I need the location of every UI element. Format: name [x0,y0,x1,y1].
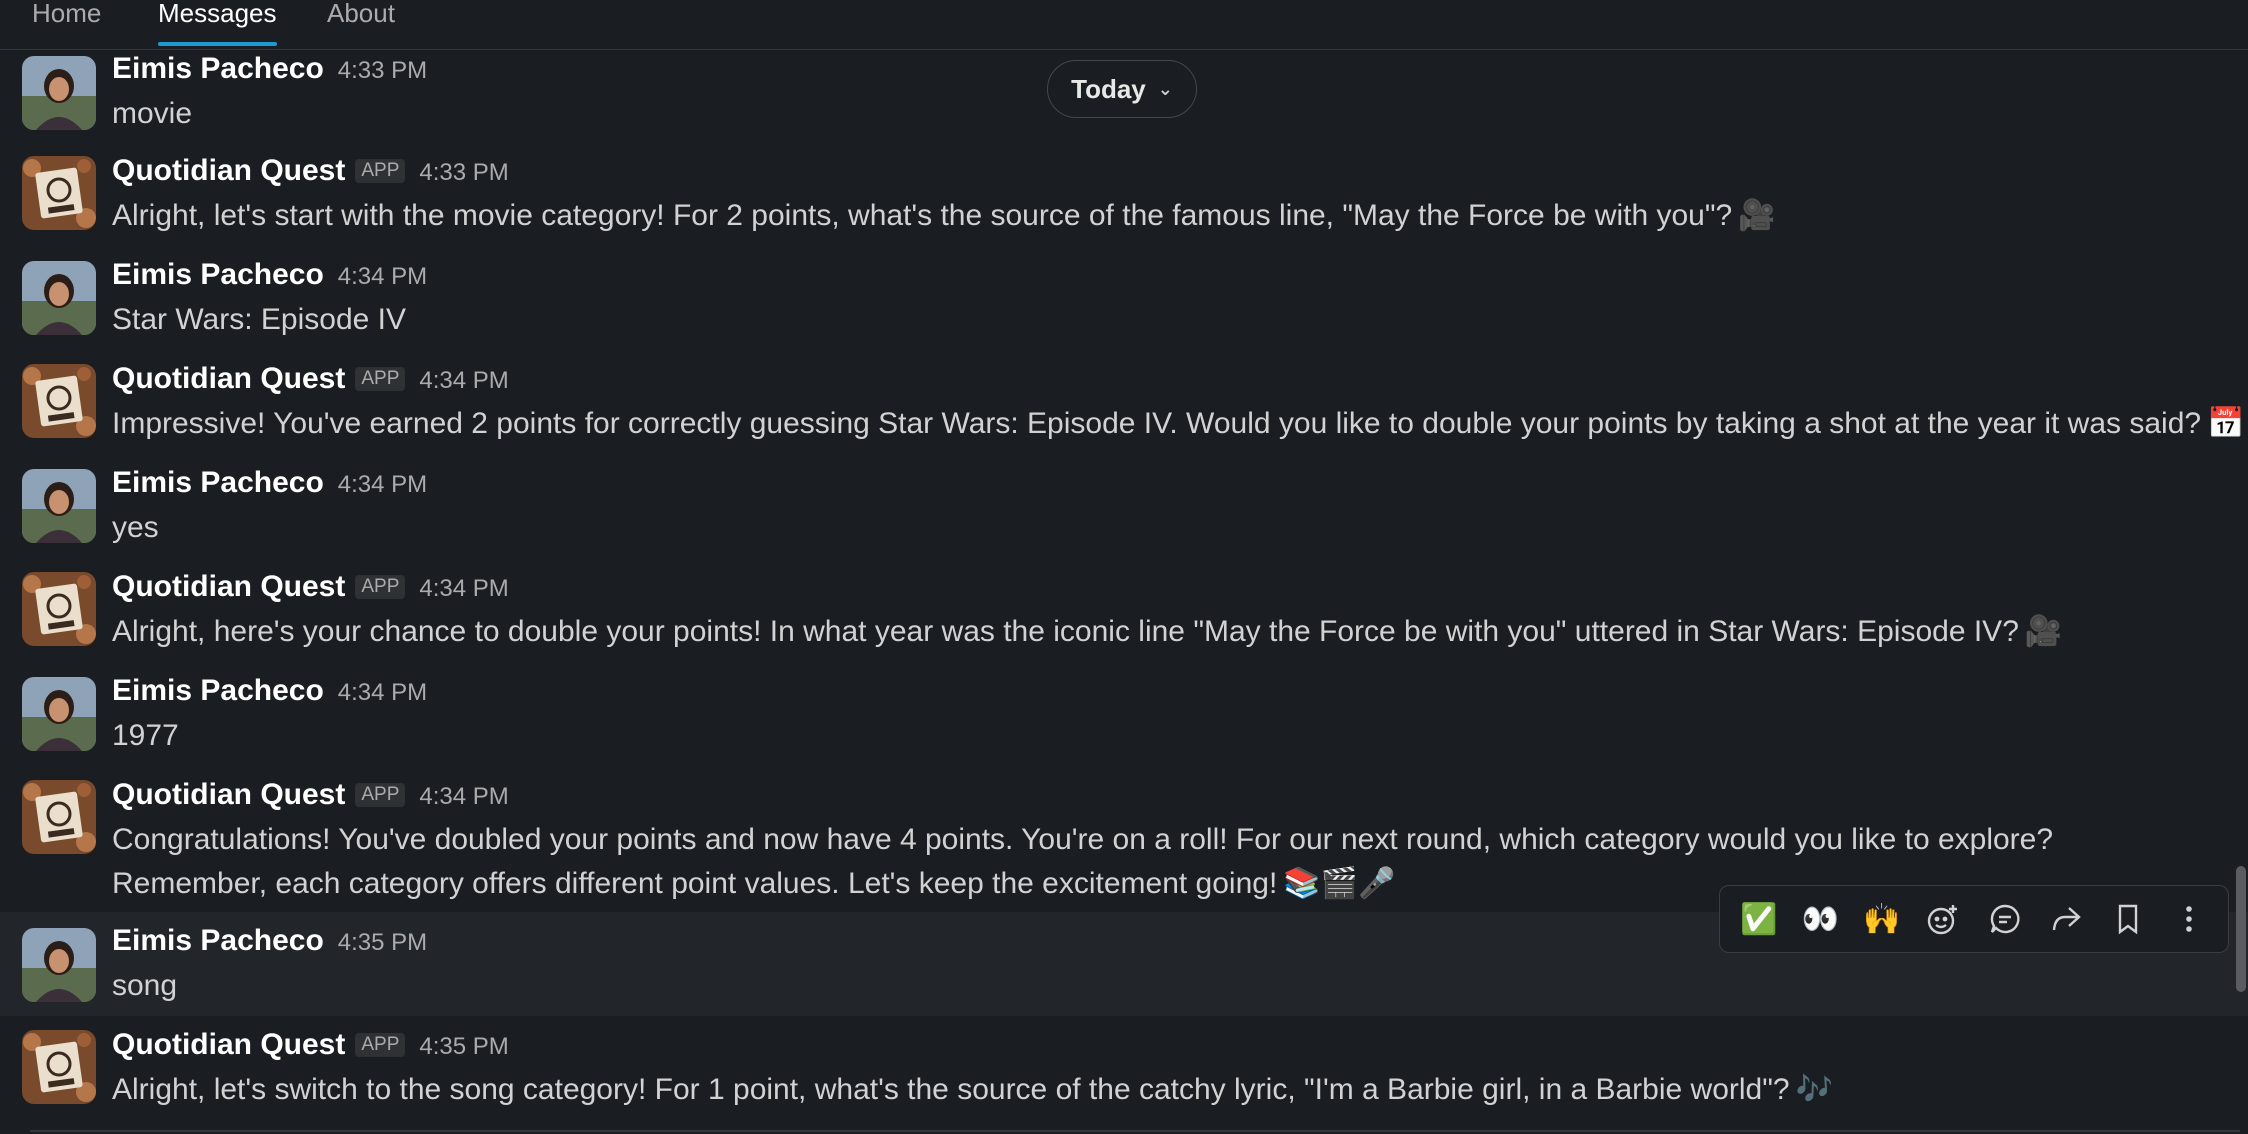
avatar-quotidian-quest[interactable] [22,780,96,854]
avatar-eimis-pacheco[interactable] [22,469,96,543]
eyes-icon: 👀 [1801,901,1839,937]
sender-name[interactable]: Eimis Pacheco [112,52,324,86]
avatar-eimis-pacheco[interactable] [22,677,96,751]
save-for-later-icon [2111,902,2145,936]
white-check-mark-reaction-button[interactable]: ✅ [1735,895,1783,943]
movie-camera-emoji: 🎥 [1738,198,1776,233]
raised-hands-icon: 🙌 [1863,901,1901,937]
add-reaction-button[interactable] [1919,895,1967,943]
movie-camera-emoji: 🎥 [2024,614,2063,649]
message-timestamp[interactable]: 4:34 PM [419,575,508,603]
message-row[interactable]: Eimis Pacheco 4:34 PM 1977 [0,674,2248,778]
sender-name[interactable]: Quotidian Quest [112,1028,345,1062]
message-timestamp[interactable]: 4:34 PM [338,263,427,291]
sender-name[interactable]: Eimis Pacheco [112,924,324,958]
message-text: yes [112,511,159,544]
sender-name[interactable]: Eimis Pacheco [112,674,324,708]
tab-messages[interactable]: Messages [158,0,277,46]
avatar-quotidian-quest[interactable] [22,1030,96,1104]
sender-name[interactable]: Quotidian Quest [112,778,345,812]
tab-bar: Home Messages About [0,0,2248,50]
message-text: Alright, let's switch to the song catego… [112,1068,1833,1112]
sender-name[interactable]: Quotidian Quest [112,154,345,188]
add-reaction-icon [1926,902,1960,936]
message-actions-toolbar: ✅ 👀 🙌 [1719,885,2229,953]
books-clapper-microphone-emoji: 📚🎬🎤 [1283,866,1396,901]
message-text: song [112,969,178,1002]
avatar-quotidian-quest[interactable] [22,572,96,646]
avatar-quotidian-quest[interactable] [22,156,96,230]
forward-message-button[interactable] [2042,895,2090,943]
message-timestamp[interactable]: 4:34 PM [338,471,427,499]
sender-name[interactable]: Eimis Pacheco [112,466,324,500]
message-text-body: Impressive! You've earned 2 points for c… [112,407,2202,440]
message-text-body: Alright, let's start with the movie cate… [112,199,1733,232]
sender-name[interactable]: Quotidian Quest [112,362,345,396]
message-row[interactable]: Eimis Pacheco 4:34 PM Star Wars: Episode… [0,258,2248,362]
app-badge: APP [355,1033,406,1057]
avatar-eimis-pacheco[interactable] [22,56,96,130]
sender-name[interactable]: Eimis Pacheco [112,258,324,292]
tab-about[interactable]: About [327,0,395,46]
message-timestamp[interactable]: 4:34 PM [419,367,508,395]
message-text: 1977 [112,719,179,752]
message-timestamp[interactable]: 4:34 PM [419,783,508,811]
message-text-body: Alright, here's your chance to double yo… [112,615,2019,648]
message-text: Star Wars: Episode IV [112,303,406,336]
more-actions-icon [2172,902,2206,936]
date-divider-button[interactable]: Today ⌄ [1047,60,1197,118]
message-text-body: Alright, let's switch to the song catego… [112,1073,1790,1106]
avatar-eimis-pacheco[interactable] [22,928,96,1002]
message-text: Alright, here's your chance to double yo… [112,610,2062,654]
message-text: Alright, let's start with the movie cate… [112,194,1776,238]
white-check-mark-icon: ✅ [1740,901,1778,937]
reply-in-thread-icon [1988,902,2022,936]
message-timestamp[interactable]: 4:35 PM [338,929,427,957]
avatar-eimis-pacheco[interactable] [22,261,96,335]
message-row[interactable]: Eimis Pacheco 4:34 PM yes [0,466,2248,570]
save-for-later-button[interactable] [2104,895,2152,943]
chevron-down-icon: ⌄ [1157,78,1173,99]
message-text: Impressive! You've earned 2 points for c… [112,402,2244,446]
musical-notes-emoji: 🎶 [1795,1072,1833,1107]
forward-message-icon [2049,902,2083,936]
app-badge: APP [355,367,406,391]
scrollbar-thumb[interactable] [2236,866,2246,992]
avatar-quotidian-quest[interactable] [22,364,96,438]
message-timestamp[interactable]: 4:33 PM [338,57,427,85]
date-divider-label: Today [1071,73,1146,104]
message-row[interactable]: Quotidian Quest APP 4:35 PM Alright, let… [0,1016,2248,1130]
app-badge: APP [355,159,406,183]
calendar-emoji: 📅 [2207,406,2245,441]
message-text: movie [112,97,193,130]
raised-hands-reaction-button[interactable]: 🙌 [1858,895,1906,943]
message-timestamp[interactable]: 4:35 PM [419,1033,508,1061]
divider [30,1130,2240,1132]
message-row[interactable]: Quotidian Quest APP 4:34 PM Impressive! … [0,362,2248,466]
message-timestamp[interactable]: 4:34 PM [338,679,427,707]
tab-home[interactable]: Home [32,0,101,46]
eyes-reaction-button[interactable]: 👀 [1796,895,1844,943]
app-badge: APP [355,575,406,599]
sender-name[interactable]: Quotidian Quest [112,570,345,604]
reply-in-thread-button[interactable] [1981,895,2029,943]
message-row[interactable]: Quotidian Quest APP 4:33 PM Alright, let… [0,154,2248,258]
message-row[interactable]: Quotidian Quest APP 4:34 PM Alright, her… [0,570,2248,674]
app-badge: APP [355,783,406,807]
more-actions-button[interactable] [2165,895,2213,943]
message-timestamp[interactable]: 4:33 PM [419,159,508,187]
